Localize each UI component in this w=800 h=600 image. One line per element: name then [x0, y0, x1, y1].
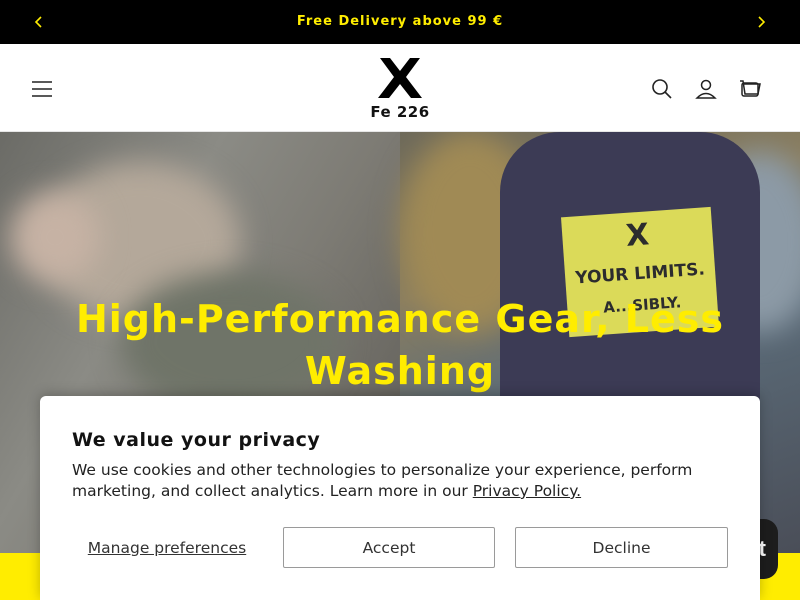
accept-button[interactable]: Accept	[283, 527, 495, 568]
privacy-policy-link[interactable]: Privacy Policy.	[473, 482, 581, 500]
hero-title: High-Performance Gear, Less Washing	[75, 297, 725, 393]
chevron-right-icon[interactable]	[751, 12, 771, 32]
cookie-description: We use cookies and other technologies to…	[72, 461, 693, 500]
manage-preferences-button[interactable]: Manage preferences	[72, 527, 262, 568]
user-icon[interactable]	[692, 75, 720, 103]
hamburger-menu-icon[interactable]	[28, 75, 56, 103]
cookie-title: We value your privacy	[72, 429, 321, 451]
site-header: Fe 226	[0, 44, 800, 132]
site-logo[interactable]: Fe 226	[370, 56, 430, 122]
logo-text: Fe 226	[370, 103, 430, 121]
search-icon[interactable]	[648, 75, 676, 103]
cart-icon[interactable]	[736, 75, 764, 103]
announcement-text: Free Delivery above 99 €	[296, 14, 504, 29]
cookie-consent-banner: We value your privacy We use cookies and…	[40, 396, 760, 600]
announcement-bar: Free Delivery above 99 €	[0, 0, 800, 44]
decline-button[interactable]: Decline	[515, 527, 728, 568]
x-mark-logo	[378, 58, 422, 98]
